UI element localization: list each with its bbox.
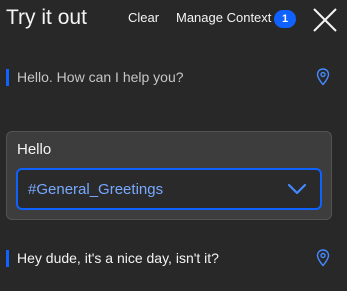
message-indicator-bar xyxy=(6,69,9,86)
bot-message: Hello. How can I help you? xyxy=(0,66,347,90)
manage-context-button[interactable]: Manage Context xyxy=(176,10,271,26)
user-message: Hey dude, it's a nice day, isn't it? xyxy=(0,247,347,271)
intent-dropdown-value: #General_Greetings xyxy=(28,181,164,198)
location-pin-icon[interactable] xyxy=(316,68,330,86)
intent-dropdown[interactable]: #General_Greetings xyxy=(16,168,322,210)
intent-card: Hello #General_Greetings xyxy=(6,131,332,220)
context-count-badge[interactable]: 1 xyxy=(274,10,296,28)
intent-card-label: Hello xyxy=(17,141,52,158)
panel-header: Try it out Clear Manage Context 1 xyxy=(0,0,347,40)
clear-button[interactable]: Clear xyxy=(128,10,159,26)
bot-message-text: Hello. How can I help you? xyxy=(17,69,184,85)
close-icon[interactable] xyxy=(312,7,338,33)
chevron-down-icon xyxy=(287,182,307,196)
location-pin-icon[interactable] xyxy=(316,249,330,267)
message-indicator-bar xyxy=(6,250,9,267)
panel-title: Try it out xyxy=(6,6,87,29)
user-message-text: Hey dude, it's a nice day, isn't it? xyxy=(17,250,219,266)
